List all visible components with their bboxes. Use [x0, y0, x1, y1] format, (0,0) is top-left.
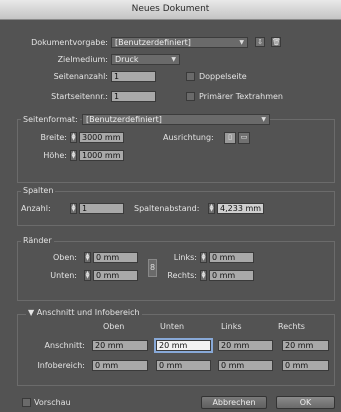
margin-left-input[interactable]: 0 mm [209, 252, 254, 263]
preset-value: [Benutzerdefiniert] [115, 38, 191, 47]
margin-right-input[interactable]: 0 mm [209, 270, 254, 281]
width-label: Breite: [40, 133, 68, 142]
page-size-label: Seitenformat: [21, 114, 80, 125]
bleed-right-input[interactable]: 20 mm [282, 340, 329, 351]
pages-label: Seitenanzahl: [53, 72, 108, 81]
bleed-left-input[interactable]: 20 mm [218, 340, 273, 351]
margin-left-label: Links: [173, 253, 197, 262]
margins-title: Ränder [21, 235, 54, 246]
portrait-icon[interactable]: ▯ [224, 132, 236, 144]
cancel-button[interactable]: Abbrechen [201, 396, 267, 409]
bleed-header-right: Rechts [278, 322, 305, 331]
chevron-down-icon: ▼ [171, 56, 176, 63]
orientation-label: Ausrichtung: [163, 133, 214, 142]
margin-top-stepper[interactable]: ▲ ▼ [84, 252, 91, 263]
preset-select[interactable]: [Benutzerdefiniert] ▼ [111, 37, 248, 48]
bleed-header-left: Links [221, 322, 242, 331]
bleed-slug-title-wrap[interactable]: ▼ Anschnitt und Infobereich [26, 307, 142, 318]
bleed-header-top: Oben [103, 322, 125, 331]
margin-bottom-label: Unten: [50, 271, 77, 280]
save-preset-icon[interactable]: ⇩ [255, 37, 265, 47]
slug-label: Infobereich: [37, 361, 85, 370]
bleed-label: Anschnitt: [44, 341, 85, 350]
columns-count-input[interactable]: 1 [79, 203, 124, 214]
chevron-down-icon: ▼ [261, 116, 266, 123]
margin-left-stepper[interactable]: ▲ ▼ [200, 252, 207, 263]
start-label: Startseitennr.: [51, 92, 108, 101]
primary-frame-label: Primärer Textrahmen [199, 92, 283, 101]
facing-pages-checkbox[interactable] [186, 72, 195, 81]
columns-title: Spalten [21, 185, 56, 196]
slug-right-input[interactable]: 0 mm [282, 360, 329, 371]
columns-count-label: Anzahl: [21, 204, 51, 213]
bleed-top-input[interactable]: 20 mm [92, 340, 148, 351]
margin-top-input[interactable]: 0 mm [93, 252, 138, 263]
gutter-label: Spaltenabstand: [134, 204, 200, 213]
landscape-icon[interactable]: ▭ [238, 132, 250, 144]
bleed-header-bottom: Unten [160, 322, 185, 331]
trash-icon[interactable]: 🗑 [271, 37, 281, 47]
page-size-select[interactable]: [Benutzerdefiniert] ▼ [82, 114, 270, 125]
bleed-slug-title: Anschnitt und Infobereich [36, 308, 140, 317]
slug-top-input[interactable]: 0 mm [92, 360, 148, 371]
height-input[interactable]: 1000 mm [79, 150, 124, 161]
margin-top-label: Oben: [52, 253, 77, 262]
preview-label: Vorschau [34, 398, 71, 407]
window-title: Neues Dokument [0, 0, 341, 20]
intent-label: Zielmedium: [57, 55, 108, 64]
width-input[interactable]: 3000 mm [79, 132, 124, 143]
intent-value: Druck [115, 55, 139, 64]
page-size-value: [Benutzerdefiniert] [86, 115, 162, 124]
columns-count-stepper[interactable]: ▲ ▼ [70, 203, 77, 214]
disclosure-triangle-icon: ▼ [28, 308, 37, 317]
margin-right-stepper[interactable]: ▲ ▼ [200, 270, 207, 281]
width-stepper[interactable]: ▲ ▼ [70, 132, 77, 143]
primary-frame-checkbox[interactable] [186, 92, 195, 101]
preset-label: Dokumentvorgabe: [31, 38, 108, 47]
chevron-down-icon: ▼ [239, 39, 244, 46]
height-label: Höhe: [43, 151, 67, 160]
height-stepper[interactable]: ▲ ▼ [70, 150, 77, 161]
pages-input[interactable]: 1 [111, 71, 156, 82]
slug-left-input[interactable]: 0 mm [218, 360, 273, 371]
preview-checkbox[interactable] [22, 398, 31, 407]
intent-select[interactable]: Druck ▼ [111, 54, 180, 65]
gutter-input[interactable]: 4,233 mm [217, 203, 264, 214]
margin-right-label: Rechts: [167, 271, 197, 280]
gutter-stepper[interactable]: ▲ ▼ [208, 203, 215, 214]
bleed-bottom-input[interactable]: 20 mm [154, 338, 213, 353]
slug-bottom-input[interactable]: 0 mm [156, 360, 211, 371]
new-document-dialog: Neues Dokument Dokumentvorgabe: [Benutze… [0, 0, 341, 412]
ok-button[interactable]: OK [276, 396, 335, 409]
facing-pages-label: Doppelseite [199, 72, 247, 81]
margin-bottom-stepper[interactable]: ▲ ▼ [84, 270, 91, 281]
margin-bottom-input[interactable]: 0 mm [93, 270, 138, 281]
start-input[interactable]: 1 [111, 91, 156, 102]
